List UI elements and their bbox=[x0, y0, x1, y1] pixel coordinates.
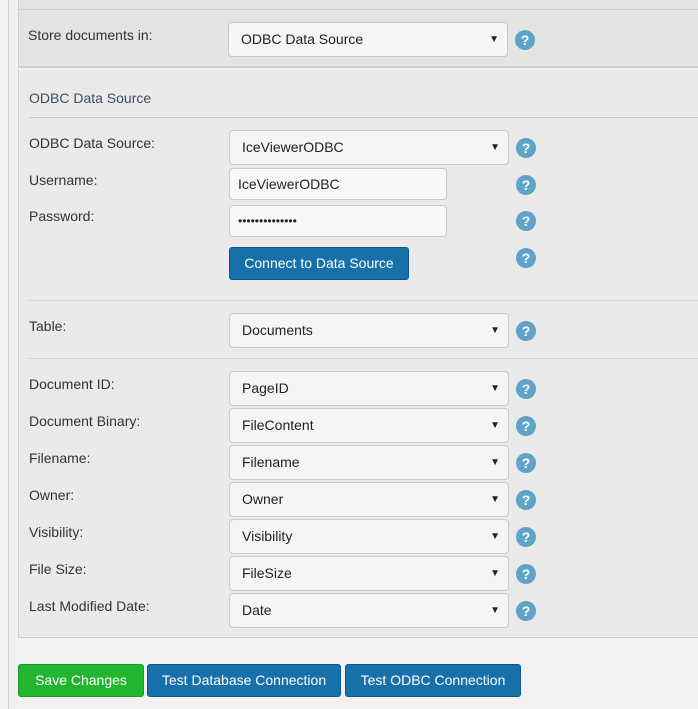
field-select-last-modified[interactable]: Date ▼ bbox=[229, 593, 509, 628]
section-divider bbox=[29, 358, 698, 359]
password-input[interactable]: •••••••••••••• bbox=[229, 205, 447, 237]
page-left-rule bbox=[8, 0, 9, 709]
help-icon[interactable]: ? bbox=[516, 211, 536, 231]
save-changes-button[interactable]: Save Changes bbox=[18, 664, 144, 697]
legend-divider bbox=[29, 117, 698, 118]
help-icon[interactable]: ? bbox=[516, 248, 536, 268]
store-select-value: ODBC Data Source bbox=[241, 31, 364, 47]
table-select-value: Documents bbox=[242, 322, 313, 338]
test-odbc-connection-button[interactable]: Test ODBC Connection bbox=[345, 664, 521, 697]
chevron-down-icon: ▼ bbox=[490, 383, 500, 394]
chevron-down-icon: ▼ bbox=[489, 34, 499, 45]
field-select-value: FileContent bbox=[242, 417, 314, 433]
help-icon[interactable]: ? bbox=[516, 379, 536, 399]
field-select-document-binary[interactable]: FileContent ▼ bbox=[229, 408, 509, 443]
odbc-source-select[interactable]: IceViewerODBC ▼ bbox=[229, 130, 509, 165]
store-label: Store documents in: bbox=[28, 27, 153, 43]
help-icon[interactable]: ? bbox=[516, 601, 536, 621]
field-label-owner: Owner: bbox=[29, 487, 75, 503]
field-label-visibility: Visibility: bbox=[29, 524, 84, 540]
field-select-owner[interactable]: Owner ▼ bbox=[229, 482, 509, 517]
chevron-down-icon: ▼ bbox=[490, 605, 500, 616]
chevron-down-icon: ▼ bbox=[490, 494, 500, 505]
field-label-file-size: File Size: bbox=[29, 561, 87, 577]
help-icon[interactable]: ? bbox=[516, 138, 536, 158]
chevron-down-icon: ▼ bbox=[490, 457, 500, 468]
field-select-value: PageID bbox=[242, 380, 289, 396]
field-label-last-modified: Last Modified Date: bbox=[29, 598, 150, 614]
help-icon[interactable]: ? bbox=[515, 30, 535, 50]
field-select-value: Filename bbox=[242, 454, 300, 470]
field-select-document-id[interactable]: PageID ▼ bbox=[229, 371, 509, 406]
settings-page: Store documents in: ODBC Data Source ▼ ?… bbox=[0, 0, 698, 709]
odbc-legend: ODBC Data Source bbox=[29, 90, 152, 106]
chevron-down-icon: ▼ bbox=[490, 142, 500, 153]
username-label: Username: bbox=[29, 172, 98, 188]
field-label-filename: Filename: bbox=[29, 450, 91, 466]
help-icon[interactable]: ? bbox=[516, 527, 536, 547]
connect-button[interactable]: Connect to Data Source bbox=[229, 247, 409, 280]
help-icon[interactable]: ? bbox=[516, 175, 536, 195]
field-label-document-id: Document ID: bbox=[29, 376, 115, 392]
section-divider bbox=[29, 300, 698, 301]
table-select[interactable]: Documents ▼ bbox=[229, 313, 509, 348]
field-select-value: FileSize bbox=[242, 565, 292, 581]
chevron-down-icon: ▼ bbox=[490, 568, 500, 579]
help-icon[interactable]: ? bbox=[516, 490, 536, 510]
field-select-value: Owner bbox=[242, 491, 284, 507]
test-database-connection-button[interactable]: Test Database Connection bbox=[147, 664, 341, 697]
store-panel-divider bbox=[19, 9, 698, 10]
help-icon[interactable]: ? bbox=[516, 453, 536, 473]
field-select-filename[interactable]: Filename ▼ bbox=[229, 445, 509, 480]
field-select-value: Date bbox=[242, 602, 272, 618]
field-label-document-binary: Document Binary: bbox=[29, 413, 141, 429]
help-icon[interactable]: ? bbox=[516, 564, 536, 584]
field-select-visibility[interactable]: Visibility ▼ bbox=[229, 519, 509, 554]
odbc-source-label: ODBC Data Source: bbox=[29, 135, 156, 151]
help-icon[interactable]: ? bbox=[516, 321, 536, 341]
chevron-down-icon: ▼ bbox=[490, 420, 500, 431]
store-select[interactable]: ODBC Data Source ▼ bbox=[228, 22, 508, 57]
table-label: Table: bbox=[29, 318, 67, 334]
chevron-down-icon: ▼ bbox=[490, 325, 500, 336]
help-icon[interactable]: ? bbox=[516, 416, 536, 436]
password-label: Password: bbox=[29, 208, 95, 224]
field-select-value: Visibility bbox=[242, 528, 293, 544]
chevron-down-icon: ▼ bbox=[490, 531, 500, 542]
username-input[interactable]: IceViewerODBC bbox=[229, 168, 447, 200]
odbc-source-value: IceViewerODBC bbox=[242, 139, 344, 155]
field-select-file-size[interactable]: FileSize ▼ bbox=[229, 556, 509, 591]
